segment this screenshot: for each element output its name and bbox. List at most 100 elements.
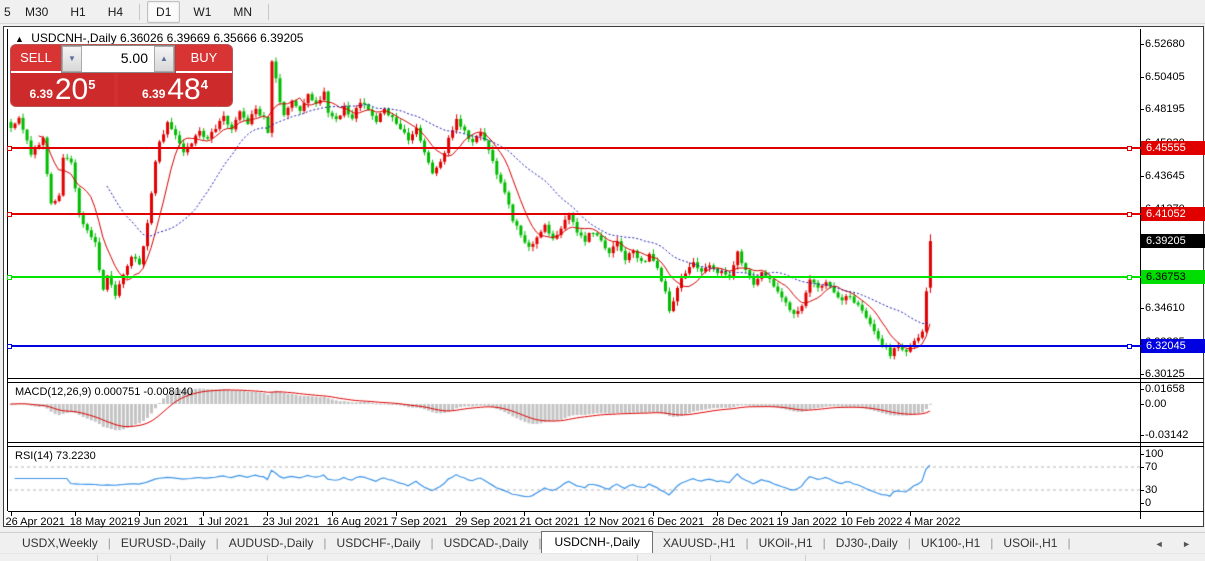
sell-price-prefix: 6.39 [29, 87, 53, 101]
toolbar-separator [139, 3, 141, 20]
date-label: 6 Dec 2021 [647, 516, 705, 528]
toolbar-separator [268, 3, 270, 20]
price-level-label: 6.41052 [1141, 207, 1205, 221]
symbol-tab-audusd[interactable]: AUDUSD-,Daily [219, 533, 324, 553]
chart-title: ▲ USDCNH-,Daily 6.36026 6.39669 6.35666 … [15, 31, 303, 45]
symbol-tab-xauusd[interactable]: XAUUSD-,H1 [653, 533, 746, 553]
timeframe-button-partial[interactable]: 5 [2, 1, 12, 23]
date-label: 16 Aug 2021 [326, 516, 389, 528]
statusbar-separator [170, 555, 171, 561]
price-level-line[interactable] [9, 276, 1141, 279]
timeframe-button-w1[interactable]: W1 [184, 1, 220, 23]
ohlc-values: 6.36026 6.39669 6.35666 6.39205 [119, 31, 304, 45]
rsi-axis-label-tick [1140, 454, 1144, 455]
macd-axis-label: 0.01658 [1145, 383, 1185, 395]
price-tick-label: 6.30125 [1145, 368, 1185, 381]
price-level-label: 6.39205 [1141, 234, 1205, 249]
chart-shift-icon: ▲ [15, 34, 24, 44]
sell-price-quote[interactable]: 6.39 20 5 [11, 73, 114, 106]
macd-axis-label-tick [1140, 389, 1144, 390]
rsi-axis-label-tick [1140, 490, 1144, 491]
buy-price-quote[interactable]: 6.39 48 4 [118, 73, 232, 106]
date-label: 23 Jul 2021 [262, 516, 320, 528]
date-label: 21 Oct 2021 [519, 516, 580, 528]
macd-axis-label-tick [1140, 435, 1144, 436]
symbol-tab-uk100[interactable]: UK100-,H1 [911, 533, 990, 553]
timeframe-button-h1[interactable]: H1 [61, 1, 94, 23]
timeframe-button-mn[interactable]: MN [224, 1, 261, 23]
buy-price-prefix: 6.39 [142, 87, 166, 101]
symbol-tab-eurusd[interactable]: EURUSD-,Daily [111, 533, 216, 553]
sell-price-sup: 5 [88, 77, 96, 92]
rsi-label: RSI(14) 73.2230 [15, 450, 96, 462]
price-level-handle[interactable] [1127, 274, 1132, 280]
buy-button[interactable]: BUY [176, 45, 232, 73]
pane-divider [8, 446, 1204, 447]
rsi-axis-label-tick [1140, 503, 1144, 504]
one-click-trade-panel: SELL ▼ 5.00 ▲ BUY 6.39 20 5 6.39 48 4 [11, 45, 232, 106]
price-tick-label: 6.48195 [1145, 103, 1185, 116]
tab-scroll-right-icon[interactable]: ► [1182, 539, 1199, 549]
price-tick-mark [1140, 374, 1144, 376]
price-level-line[interactable] [9, 147, 1141, 149]
price-level-handle[interactable] [1127, 343, 1132, 349]
price-level-handle[interactable] [1127, 211, 1132, 217]
price-level-handle[interactable] [7, 343, 12, 349]
volume-increase-button[interactable]: ▲ [154, 46, 174, 72]
symbol-tab-usoil[interactable]: USOil-,H1 [993, 533, 1067, 553]
price-level-handle[interactable] [1127, 145, 1132, 151]
volume-input[interactable]: 5.00 [82, 46, 154, 72]
symbol-tab-bar: USDX,Weekly | EURUSD-,Daily | AUDUSD-,Daily |… [0, 531, 1205, 553]
timeframe-toolbar: 5 M30 H1 H4 D1 W1 MN [0, 0, 1205, 24]
statusbar-separator [267, 555, 268, 561]
rsi-axis-label: 0 [1145, 497, 1152, 509]
rsi-indicator-canvas[interactable] [9, 447, 1140, 510]
price-level-handle[interactable] [7, 145, 12, 151]
buy-price-sup: 4 [200, 77, 208, 92]
symbol-title: USDCNH-,Daily [31, 31, 117, 45]
price-level-line[interactable] [9, 213, 1141, 215]
date-label: 29 Sep 2021 [455, 516, 518, 528]
price-tick-mark [1140, 109, 1144, 111]
pane-divider [8, 378, 1204, 379]
date-label: 7 Sep 2021 [390, 516, 448, 528]
volume-decrease-button[interactable]: ▼ [62, 46, 82, 72]
statusbar-separator [97, 555, 98, 561]
price-tick-mark [1140, 43, 1144, 45]
pane-divider [8, 382, 1204, 383]
price-level-handle[interactable] [7, 274, 12, 280]
symbol-tab-usdx[interactable]: USDX,Weekly [12, 533, 108, 553]
symbol-tab-usdcad[interactable]: USDCAD-,Daily [434, 533, 539, 553]
macd-label: MACD(12,26,9) 0.000751 -0.008140 [15, 386, 193, 398]
date-label: 9 Jun 2021 [133, 516, 189, 528]
date-label: 4 Mar 2022 [904, 516, 961, 528]
price-tick-label: 6.50405 [1145, 70, 1185, 83]
price-level-handle[interactable] [7, 211, 12, 217]
pane-left-border [7, 29, 8, 511]
buy-price-big: 48 [167, 73, 201, 106]
timeframe-button-h4[interactable]: H4 [99, 1, 132, 23]
pane-divider [8, 442, 1204, 443]
timeframe-button-m30[interactable]: M30 [16, 1, 57, 23]
macd-axis-label: 0.00 [1145, 398, 1167, 410]
pane-divider [8, 511, 1204, 512]
macd-axis-label: -0.03142 [1145, 429, 1189, 441]
symbol-tab-ukoil[interactable]: UKOil-,H1 [749, 533, 823, 553]
volume-spinner: ▼ 5.00 ▲ [61, 45, 175, 73]
chart-window: ▲ USDCNH-,Daily 6.36026 6.39669 6.35666 … [3, 26, 1205, 528]
tab-separator: | [1067, 536, 1071, 550]
sell-button[interactable]: SELL [11, 45, 61, 73]
symbol-tab-usdchf[interactable]: USDCHF-,Daily [327, 533, 431, 553]
date-label: 18 May 2021 [69, 516, 134, 528]
price-level-label: 6.36753 [1141, 270, 1205, 285]
symbol-tab-usdcnh[interactable]: USDCNH-,Daily [541, 531, 653, 553]
timeframe-button-d1[interactable]: D1 [147, 0, 181, 23]
status-bar [0, 553, 1205, 561]
price-level-label: 6.32045 [1141, 339, 1205, 354]
symbol-tab-dj30[interactable]: DJ30-,Daily [826, 533, 908, 553]
rsi-axis-label: 30 [1145, 484, 1158, 496]
tab-scroll-left-icon[interactable]: ◄ [1155, 539, 1172, 549]
rsi-axis-label: 70 [1145, 461, 1158, 473]
price-level-line[interactable] [9, 345, 1141, 348]
price-tick-mark [1140, 308, 1144, 310]
